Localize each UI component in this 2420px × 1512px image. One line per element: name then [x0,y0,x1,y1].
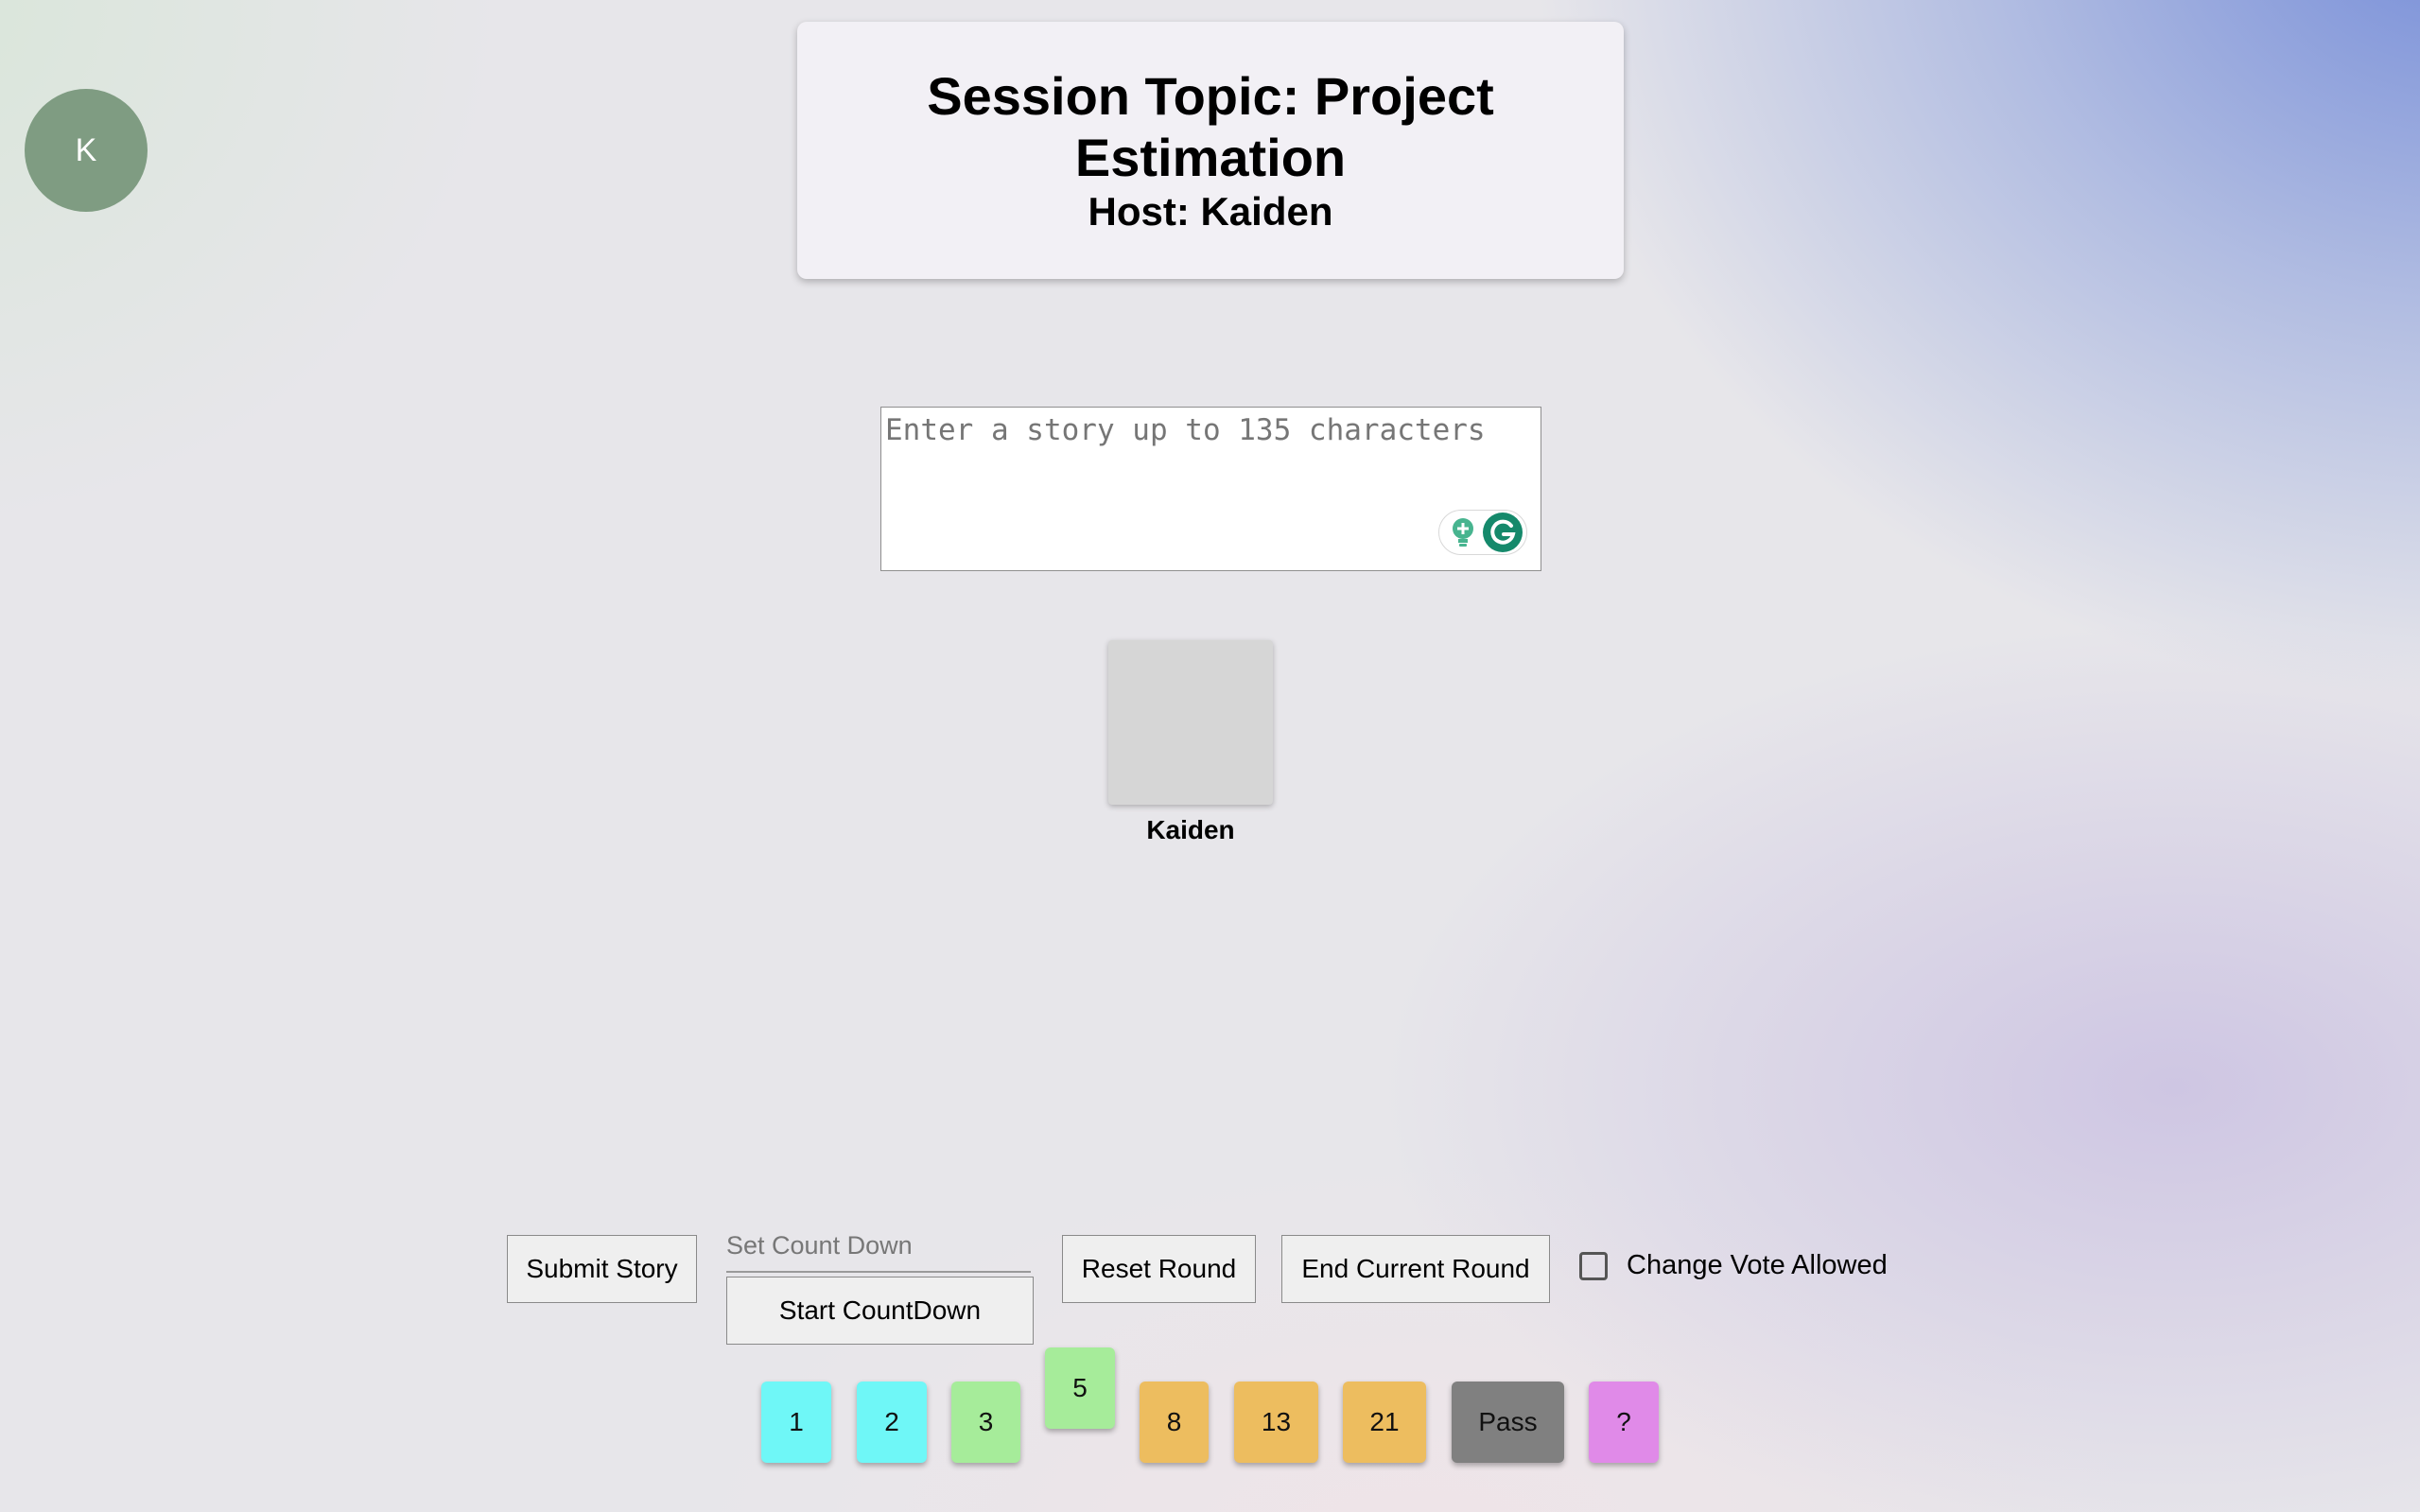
vote-card-label: 3 [978,1407,994,1436]
grammarly-widget[interactable] [1438,510,1527,555]
vote-card-1[interactable]: 1 [761,1382,831,1463]
session-host: Host: Kaiden [1088,189,1333,234]
avatar-initial: K [75,131,97,168]
vote-card-2[interactable]: 2 [857,1382,927,1463]
player-vote-card [1108,640,1273,805]
story-input[interactable] [881,408,1541,570]
session-topic-line-1: Session Topic: Project [927,66,1494,126]
vote-card-pass[interactable]: Pass [1452,1382,1564,1463]
vote-card-label: 21 [1369,1407,1400,1436]
session-header-card: Session Topic: Project Estimation Host: … [797,22,1624,279]
start-countdown-button[interactable]: Start CountDown [726,1277,1034,1345]
vote-card-unsure[interactable]: ? [1589,1382,1659,1463]
vote-card-label: 8 [1166,1407,1182,1436]
vote-card-8[interactable]: 8 [1140,1382,1209,1463]
vote-card-13[interactable]: 13 [1234,1382,1318,1463]
vote-card-label: Pass [1478,1407,1538,1436]
vote-card-21[interactable]: 21 [1343,1382,1426,1463]
session-topic-line-2: Estimation [1074,128,1347,187]
vote-card-5[interactable]: 5 [1045,1347,1115,1429]
vote-card-label: 2 [884,1407,899,1436]
user-avatar[interactable]: K [25,89,148,212]
change-vote-label: Change Vote Allowed [1627,1250,1888,1280]
session-topic: Session Topic: Project Estimation [797,65,1624,188]
vote-card-label: ? [1616,1407,1631,1436]
grammarly-logo-icon [1483,513,1523,552]
vote-card-label: 5 [1072,1373,1088,1402]
change-vote-option[interactable]: Change Vote Allowed [1579,1250,1888,1281]
countdown-input[interactable] [726,1220,1031,1273]
story-input-container [880,407,1541,571]
vote-card-label: 1 [789,1407,804,1436]
change-vote-checkbox[interactable] [1579,1251,1608,1280]
player-name: Kaiden [1146,815,1235,844]
end-round-button[interactable]: End Current Round [1281,1235,1550,1303]
reset-round-button[interactable]: Reset Round [1062,1235,1256,1303]
grammarly-bulb-icon [1453,518,1473,547]
vote-card-3[interactable]: 3 [951,1382,1020,1463]
submit-story-button[interactable]: Submit Story [507,1235,697,1303]
vote-card-label: 13 [1261,1407,1292,1436]
